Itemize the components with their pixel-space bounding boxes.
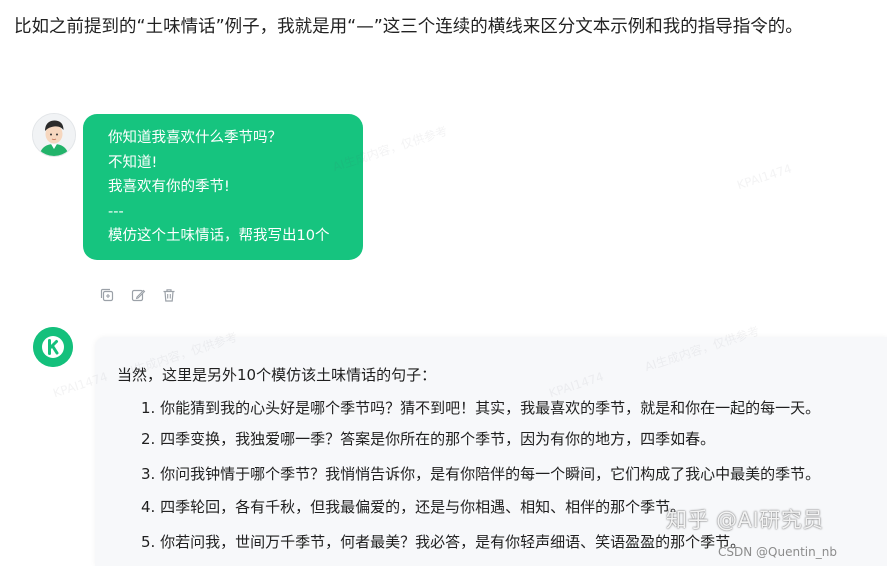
- csdn-credit-text: CSDN @Quentin_nb: [718, 545, 837, 559]
- delete-icon[interactable]: [161, 287, 177, 303]
- user-message-line: 不知道!: [108, 154, 158, 171]
- edit-icon[interactable]: [130, 287, 146, 303]
- article-intro-text: 比如之前提到的“土味情话”例子，我就是用“—”这三个连续的横线来区分文本示例和我…: [14, 17, 803, 37]
- ai-content-watermark: KPAI1474: [735, 161, 794, 193]
- user-avatar-icon: [32, 113, 76, 157]
- zhihu-brand-watermark: 知乎 @AI研究员: [666, 508, 824, 532]
- assistant-answer-intro: 当然，这里是另外10个模仿该土味情话的句子：: [117, 366, 437, 384]
- user-message-line: 模仿这个土味情话，帮我写出10个: [108, 228, 330, 244]
- kimi-logo-icon: [33, 327, 73, 367]
- user-message-line: ---: [108, 203, 124, 220]
- user-message-bubble: 你知道我喜欢什么季节吗？ 不知道! 我喜欢有你的季节! --- 模仿这个土味情话…: [83, 114, 363, 260]
- message-action-bar: [99, 287, 177, 303]
- user-message-line: 我喜欢有你的季节!: [108, 179, 230, 195]
- user-message-line: 你知道我喜欢什么季节吗？: [108, 130, 282, 146]
- copy-icon[interactable]: [99, 287, 115, 303]
